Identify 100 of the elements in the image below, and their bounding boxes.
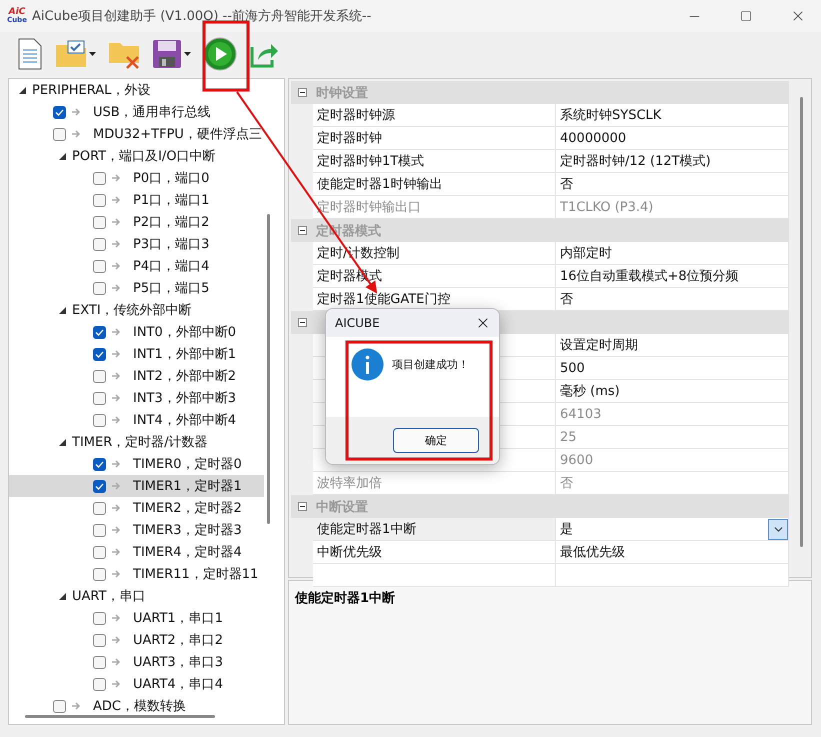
checkmark-icon (95, 482, 104, 490)
tree-item[interactable]: P0口，端口0 (133, 169, 210, 187)
category-title: 时钟设置 (315, 84, 368, 102)
property-value[interactable]: 内部定时 (560, 244, 612, 262)
arrow-icon (112, 394, 121, 402)
tree-item[interactable]: UART2，串口2 (133, 631, 223, 649)
checkbox[interactable] (93, 480, 106, 492)
checkbox[interactable] (93, 282, 106, 294)
checkbox[interactable] (53, 700, 66, 712)
scrollbar[interactable] (25, 715, 215, 718)
property-name: 中断优先级 (317, 544, 382, 561)
property-value[interactable]: 40000000 (560, 130, 626, 146)
tree-item[interactable]: TIMER0，定时器0 (133, 455, 242, 473)
tree-item[interactable]: UART1，串口1 (133, 609, 223, 627)
collapse-icon[interactable] (298, 226, 306, 235)
checkbox[interactable] (93, 326, 106, 338)
arrow-icon (112, 636, 121, 644)
tree-item[interactable]: PORT，端口及I/O口中断 (72, 147, 216, 165)
checkbox[interactable] (53, 106, 66, 118)
arrow-icon (112, 174, 121, 182)
checkbox[interactable] (93, 392, 106, 404)
checkbox[interactable] (93, 568, 106, 580)
tree-item[interactable]: UART3，串口3 (133, 653, 223, 671)
property-name: 使能定时器1时钟输出 (317, 176, 442, 193)
checkbox[interactable] (93, 612, 106, 624)
tree-item[interactable]: P5口，端口5 (133, 279, 210, 297)
collapse-icon[interactable] (298, 88, 306, 97)
collapse-icon[interactable] (59, 438, 66, 446)
checkmark-icon (95, 328, 104, 336)
checkmark-icon (95, 460, 104, 468)
collapse-icon[interactable] (59, 306, 66, 314)
tree-item[interactable]: P2口，端口2 (133, 213, 210, 231)
tree-item[interactable]: TIMER，定时器/计数器 (72, 433, 208, 451)
checkbox[interactable] (93, 524, 106, 536)
scrollbar[interactable] (267, 214, 270, 524)
property-value[interactable]: 否 (560, 290, 573, 308)
arrow-icon (112, 416, 121, 424)
arrow-icon (112, 658, 121, 666)
checkbox[interactable] (93, 502, 106, 514)
tree-item[interactable]: INT4，外部中断4 (133, 411, 236, 429)
dropdown-button[interactable] (768, 518, 788, 540)
tree-item[interactable]: TIMER4，定时器4 (133, 543, 242, 561)
property-name: 定时器时钟输出口 (317, 199, 421, 216)
property-value[interactable]: 否 (560, 175, 573, 193)
collapse-icon[interactable] (298, 502, 306, 511)
caret-icon[interactable] (184, 52, 191, 56)
checkbox[interactable] (93, 370, 106, 382)
info-icon (351, 348, 384, 380)
property-name: 定时器1使能GATE门控 (317, 291, 450, 308)
checkbox[interactable] (93, 348, 106, 360)
property-value[interactable]: 500 (560, 360, 585, 376)
property-value[interactable]: 是 (560, 520, 573, 538)
arrow-icon (112, 680, 121, 688)
arrow-icon (112, 614, 121, 622)
checkbox[interactable] (93, 634, 106, 646)
tree-item[interactable]: TIMER11，定时器11 (133, 565, 258, 583)
checkbox[interactable] (93, 260, 106, 272)
checkbox[interactable] (93, 678, 106, 690)
collapse-icon[interactable] (59, 152, 66, 160)
collapse-icon[interactable] (298, 318, 306, 327)
tree-item[interactable]: UART，串口 (72, 587, 146, 605)
tree-item[interactable]: P3口，端口3 (133, 235, 210, 253)
arrow-icon (112, 284, 121, 292)
ok-button[interactable]: 确定 (393, 428, 479, 453)
checkbox[interactable] (93, 458, 106, 470)
tree-item[interactable]: EXTI，传统外部中断 (72, 301, 192, 319)
arrow-icon (112, 262, 121, 270)
arrow-icon (72, 130, 81, 138)
tree-item[interactable]: P4口，端口4 (133, 257, 210, 275)
tree-item[interactable]: TIMER2，定时器2 (133, 499, 242, 517)
description-title: 使能定时器1中断 (295, 591, 396, 606)
collapse-icon[interactable] (59, 592, 66, 600)
tree-item[interactable]: INT1，外部中断1 (133, 345, 236, 363)
arrow-icon (72, 108, 81, 116)
checkbox[interactable] (93, 414, 106, 426)
checkbox[interactable] (93, 656, 106, 668)
checkbox[interactable] (93, 546, 106, 558)
tree-item[interactable]: PERIPHERAL，外设 (32, 81, 150, 99)
scrollbar[interactable] (800, 97, 803, 547)
checkbox[interactable] (93, 216, 106, 228)
tree-item[interactable]: INT3，外部中断3 (133, 389, 236, 407)
tree-item[interactable]: MDU32+TFPU，硬件浮点三 (93, 125, 262, 143)
property-name: 波特率加倍 (317, 475, 382, 492)
tree-item[interactable]: P1口，端口1 (133, 191, 210, 209)
arrow-icon (112, 482, 121, 490)
tree-item[interactable]: ADC，模数转换 (93, 697, 186, 715)
caret-icon[interactable] (89, 52, 96, 56)
arrow-icon (112, 196, 121, 204)
tree-item[interactable]: INT0，外部中断0 (133, 323, 236, 341)
collapse-icon[interactable] (19, 86, 26, 94)
tree-item[interactable]: UART4，串口4 (133, 675, 223, 693)
tree-item[interactable]: USB，通用串行总线 (93, 103, 211, 121)
checkbox[interactable] (93, 194, 106, 206)
checkbox[interactable] (93, 238, 106, 250)
tree-item[interactable]: INT2，外部中断2 (133, 367, 236, 385)
checkbox[interactable] (93, 172, 106, 184)
maximize-icon[interactable] (740, 10, 752, 22)
checkbox[interactable] (53, 128, 66, 140)
tree-item[interactable]: TIMER3，定时器3 (133, 521, 242, 539)
property-name: 定时器时钟源 (317, 107, 395, 124)
